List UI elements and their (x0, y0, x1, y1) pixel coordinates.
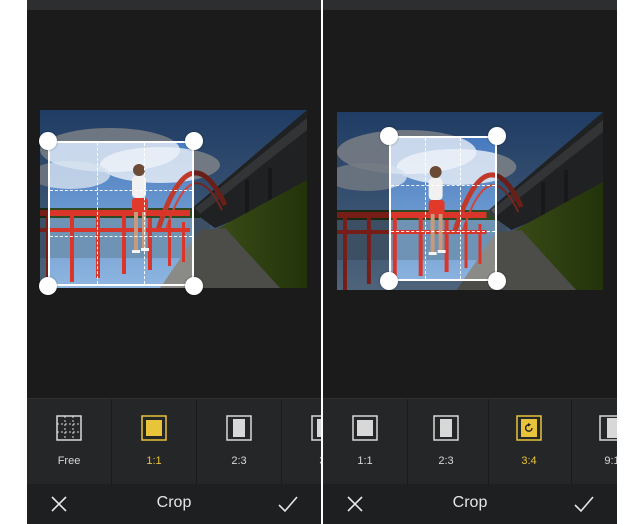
bottom-action-bar: Crop (323, 484, 617, 524)
crop-handle-bottom-left[interactable] (39, 277, 57, 295)
crop-dim-right (497, 112, 603, 290)
crop-grid-line (459, 138, 461, 279)
ratio-3-4-rotate-icon (516, 415, 542, 441)
crop-screen-3-4: 1:1 2:3 3:4 9:1 Crop (323, 0, 617, 524)
status-bar (27, 0, 321, 10)
crop-handle-bottom-right[interactable] (488, 272, 506, 290)
ratio-label: 9:1 (604, 455, 617, 467)
bottom-action-bar: Crop (27, 484, 321, 524)
ratio-label: 1:1 (146, 455, 162, 467)
ratio-option-1-1[interactable]: 1:1 (112, 399, 197, 485)
ratio-3-4-icon (311, 415, 321, 441)
crop-handle-top-right[interactable] (185, 132, 203, 150)
free-grid-icon (56, 415, 82, 441)
ratio-label: 3:4 (521, 455, 537, 467)
ratio-1-1-icon (352, 415, 378, 441)
ratio-2-3-icon (226, 415, 252, 441)
crop-grid-line (50, 189, 192, 191)
crop-handle-bottom-right[interactable] (185, 277, 203, 295)
crop-dim-bottom (389, 281, 497, 290)
crop-grid-line (50, 236, 192, 238)
ratio-1-1-icon (141, 415, 167, 441)
ratio-option-free[interactable]: Free (27, 399, 112, 485)
crop-handle-top-left[interactable] (39, 132, 57, 150)
ratio-2-3-icon (433, 415, 459, 441)
crop-dim-right (193, 110, 307, 288)
crop-dim-top (389, 112, 497, 136)
crop-grid-line (391, 184, 495, 186)
checkmark-icon[interactable] (573, 494, 595, 514)
ratio-label: 3: (282, 455, 321, 467)
crop-handle-top-left[interactable] (380, 127, 398, 145)
ratio-option-3-4[interactable]: 3:4 (487, 399, 572, 485)
ratio-label: Free (57, 455, 81, 467)
crop-handle-top-right[interactable] (488, 127, 506, 145)
crop-screen-1-1: Free 1:1 2:3 3: (27, 0, 321, 524)
crop-frame[interactable] (389, 136, 497, 281)
crop-grid-line (96, 143, 98, 284)
aspect-ratio-bar: 1:1 2:3 3:4 9:1 (323, 398, 617, 485)
ratio-label: 2:3 (438, 455, 454, 467)
ratio-option-9-16[interactable]: 9:1 (570, 399, 617, 485)
crop-grid-line (143, 143, 145, 284)
crop-grid-line (425, 138, 427, 279)
status-bar (323, 0, 617, 10)
crop-dim-top (48, 110, 193, 141)
crop-frame[interactable] (48, 141, 194, 286)
ratio-label: 1:1 (357, 455, 373, 467)
aspect-ratio-bar: Free 1:1 2:3 3: (27, 398, 321, 485)
ratio-label: 2:3 (231, 455, 247, 467)
crop-grid-line (391, 231, 495, 233)
crop-handle-bottom-left[interactable] (380, 272, 398, 290)
ratio-option-1-1[interactable]: 1:1 (323, 399, 408, 485)
ratio-option-2-3[interactable]: 2:3 (197, 399, 282, 485)
ratio-9-16-icon (599, 415, 617, 441)
checkmark-icon[interactable] (277, 494, 299, 514)
ratio-option-3-4[interactable]: 3: (282, 399, 321, 485)
ratio-option-2-3[interactable]: 2:3 (404, 399, 489, 485)
